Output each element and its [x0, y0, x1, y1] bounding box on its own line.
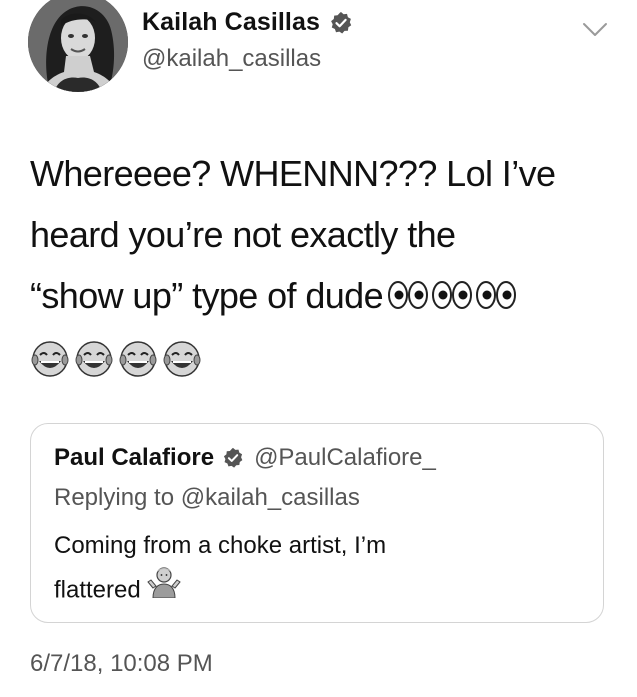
tweet-line: “show up” type of dude: [30, 275, 384, 316]
quoted-tweet-line: flattered: [54, 576, 141, 604]
quoted-author-name[interactable]: Paul Calafiore: [54, 444, 214, 472]
profile-photo-icon: [28, 0, 128, 92]
person-shrugging-emoji-icon: [146, 564, 181, 612]
quoted-author-row: Paul Calafiore @PaulCalafiore_: [54, 444, 436, 472]
eyes-emoji-group: [387, 280, 517, 310]
eyes-emoji-icon: [432, 281, 473, 310]
quoted-tweet-text: Coming from a choke artist, I’m flattere…: [54, 525, 574, 615]
eyes-emoji-icon: [388, 281, 429, 310]
tears-of-joy-emoji-icon: [75, 341, 113, 378]
tweet-line: Whereeee? WHENNN??? Lol I’ve: [30, 153, 556, 194]
laugh-emoji-group: [30, 339, 202, 379]
author-name-row: Kailah Casillas: [142, 8, 353, 37]
tears-of-joy-emoji-icon: [119, 341, 157, 378]
verified-badge-icon: [222, 447, 244, 469]
tweet-header: Kailah Casillas @kailah_casillas: [24, 0, 614, 92]
quoted-author-handle[interactable]: @PaulCalafiore_: [254, 444, 436, 472]
tweet-line: heard you’re not exactly the: [30, 214, 456, 255]
tweet-text: Whereeee? WHENNN??? Lol I’ve heard you’r…: [30, 143, 610, 387]
author-display-name[interactable]: Kailah Casillas: [142, 8, 320, 37]
quoted-tweet-card[interactable]: Paul Calafiore @PaulCalafiore_ Replying …: [30, 423, 604, 623]
avatar[interactable]: [28, 0, 128, 92]
reply-context: Replying to @kailah_casillas: [54, 484, 360, 511]
tears-of-joy-emoji-icon: [31, 341, 69, 378]
tweet-line-with-eyes: “show up” type of dude: [30, 265, 610, 326]
eyes-emoji-icon: [476, 281, 517, 310]
chevron-down-icon[interactable]: [582, 22, 608, 38]
laugh-emoji-line: [30, 326, 610, 387]
tears-of-joy-emoji-icon: [163, 341, 201, 378]
author-handle[interactable]: @kailah_casillas: [142, 45, 321, 73]
verified-badge-icon: [329, 11, 353, 35]
quoted-tweet-line: Coming from a choke artist, I’m: [54, 532, 387, 559]
tweet-timestamp[interactable]: 6/7/18, 10:08 PM: [30, 650, 213, 678]
quoted-tweet-line-with-emoji: flattered: [54, 567, 574, 615]
